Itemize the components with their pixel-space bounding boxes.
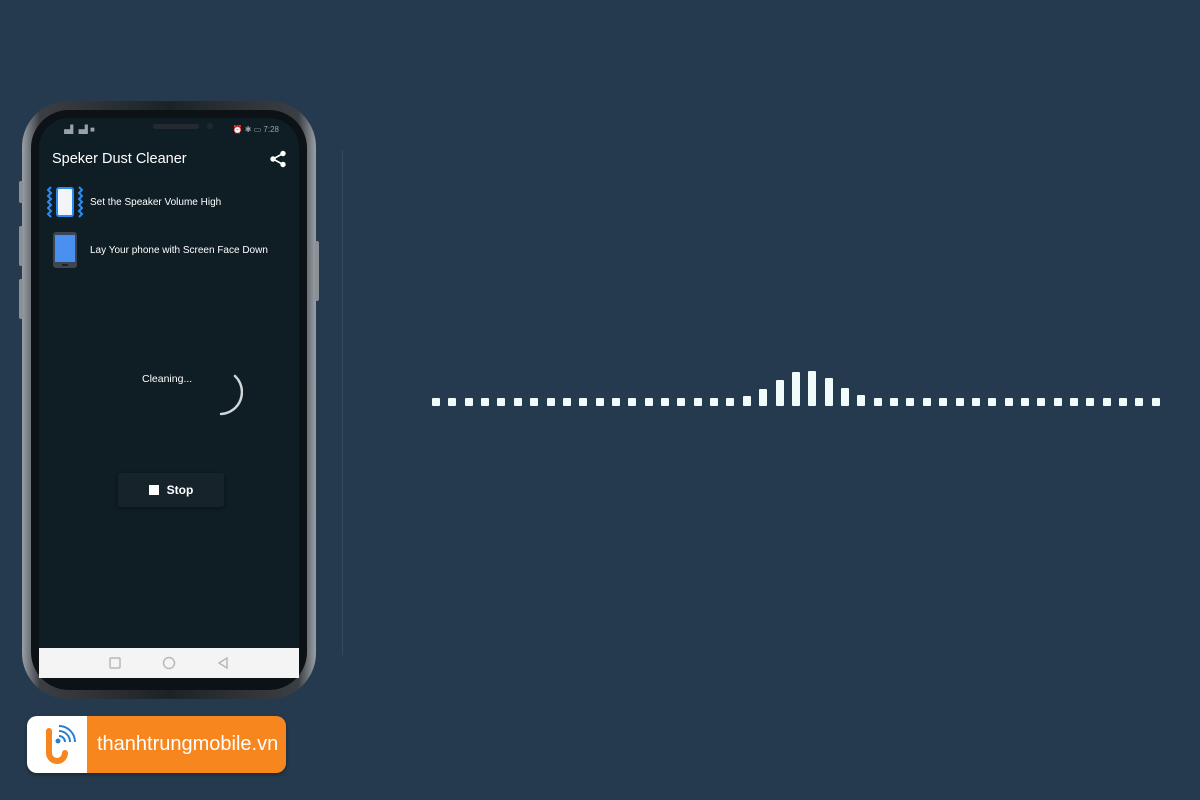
visualizer-bar (464, 398, 473, 406)
visualizer-bar (906, 398, 915, 406)
visualizer-bar (644, 398, 653, 406)
visualizer-bar (530, 398, 539, 406)
visualizer-bar (1086, 398, 1095, 406)
visualizer-bar (824, 378, 833, 406)
visualizer-bar (661, 398, 670, 406)
visualizer-bar (759, 389, 768, 406)
visualizer-bar (1102, 398, 1111, 406)
visualizer-bar (955, 398, 964, 406)
front-camera (207, 123, 213, 129)
stop-label: Stop (166, 483, 194, 497)
step-label: Lay Your phone with Screen Face Down (90, 244, 268, 256)
brand-logo: thanhtrungmobile.vn (27, 716, 286, 773)
brand-logo-mark (27, 716, 87, 773)
phone-side-button (19, 279, 23, 319)
visualizer-bar (432, 398, 440, 406)
signal-icon: ▗▟ ▗▟ ■ (61, 124, 95, 134)
visualizer-bar (873, 398, 882, 406)
visualizer-bar (791, 372, 800, 406)
audio-visualizer (432, 340, 1162, 410)
visualizer-bar (628, 398, 637, 406)
visualizer-bar (726, 398, 735, 406)
visualizer-bar (775, 380, 784, 406)
visualizer-bar (1004, 398, 1013, 406)
visualizer-bar (971, 398, 980, 406)
status-right: ⏰ ✱ ▭ 7:28 (232, 124, 279, 134)
visualizer-bar (611, 398, 620, 406)
visualizer-bar (1151, 398, 1160, 406)
visualizer-bar (1135, 398, 1144, 406)
stop-button[interactable]: Stop (118, 473, 224, 507)
visualizer-bar (710, 398, 719, 406)
cleaning-status: Cleaning... (142, 373, 193, 385)
phone-screen: ▗▟ ▗▟ ■ ⏰ ✱ ▭ 7:28 Speker Dust Cleaner S… (39, 118, 299, 678)
back-icon[interactable] (217, 657, 229, 669)
visualizer-bar (1070, 398, 1079, 406)
divider (342, 150, 343, 655)
phone-side-button (19, 181, 23, 203)
phone-power-button (315, 241, 319, 301)
visualizer-bar (1053, 398, 1062, 406)
status-time: 7:28 (263, 124, 279, 134)
visualizer-bar (448, 398, 457, 406)
recent-apps-icon[interactable] (109, 657, 122, 669)
visualizer-bar (808, 370, 817, 406)
visualizer-bar (857, 394, 866, 406)
visualizer-bar (481, 398, 490, 406)
vibrating-phone-icon (46, 183, 84, 221)
visualizer-bar (546, 398, 555, 406)
visualizer-bar (988, 398, 997, 406)
phone-mockup: ▗▟ ▗▟ ■ ⏰ ✱ ▭ 7:28 Speker Dust Cleaner S… (19, 101, 319, 699)
earpiece (153, 124, 199, 129)
home-icon[interactable] (162, 656, 176, 670)
step-label: Set the Speaker Volume High (90, 196, 222, 208)
progress-spinner (219, 374, 243, 416)
visualizer-bar (693, 398, 702, 406)
visualizer-bar (742, 395, 751, 406)
stop-icon (148, 485, 159, 495)
step-item: Lay Your phone with Screen Face Down (39, 226, 299, 274)
step-item: Set the Speaker Volume High (39, 178, 299, 226)
visualizer-bar (513, 398, 522, 406)
app-bar: Speker Dust Cleaner (39, 140, 299, 178)
visualizer-bar (890, 398, 899, 406)
visualizer-bar (497, 398, 506, 406)
visualizer-bar (1037, 398, 1046, 406)
visualizer-bar (1020, 398, 1029, 406)
share-icon[interactable] (269, 150, 287, 168)
status-bar: ▗▟ ▗▟ ■ ⏰ ✱ ▭ 7:28 (39, 118, 299, 140)
navigation-bar (39, 648, 299, 678)
visualizer-bar (939, 398, 948, 406)
phone-side-button (19, 226, 23, 266)
visualizer-bar (677, 398, 686, 406)
visualizer-bar (562, 398, 571, 406)
brand-name: thanhtrungmobile.vn (87, 716, 286, 773)
visualizer-bar (922, 398, 931, 406)
visualizer-bar (1119, 398, 1128, 406)
visualizer-bar (595, 398, 604, 406)
app-title: Speker Dust Cleaner (52, 151, 187, 167)
visualizer-bar (841, 387, 849, 406)
visualizer-bar (579, 398, 588, 406)
phone-face-down-icon (46, 231, 84, 269)
